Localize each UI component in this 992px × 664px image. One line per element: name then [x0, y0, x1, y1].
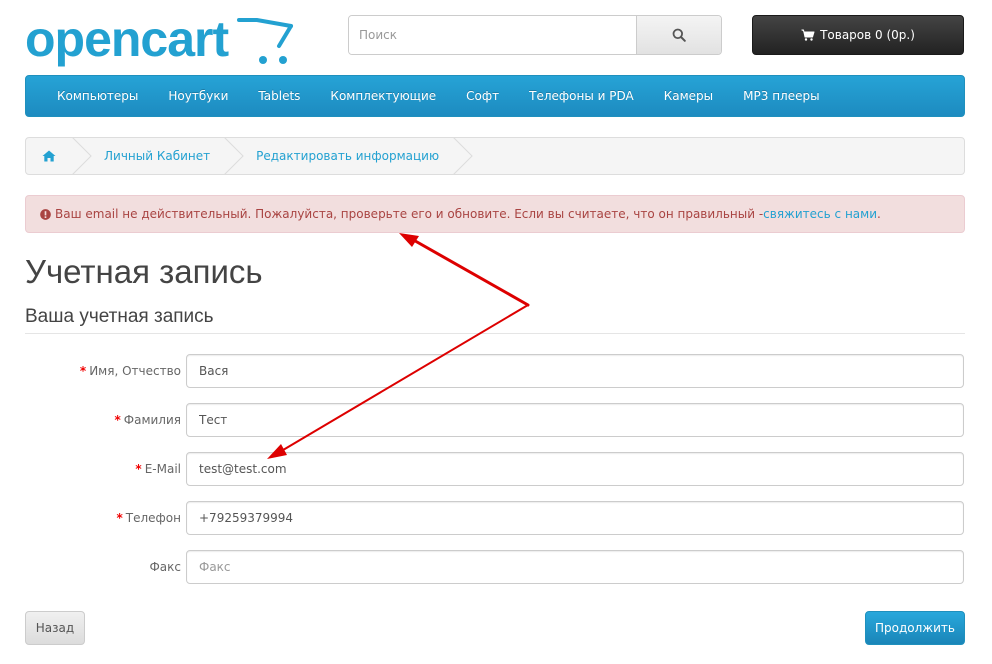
required-marker: * — [79, 364, 87, 378]
search-icon — [672, 28, 686, 42]
home-icon — [42, 150, 56, 162]
page-title: Учетная запись — [25, 253, 263, 290]
section-divider — [25, 333, 965, 334]
menu-item-laptops[interactable]: Ноутбуки — [153, 76, 243, 116]
firstname-input[interactable] — [186, 354, 964, 388]
shopping-cart-icon — [801, 29, 815, 41]
form-row-email: * E-Mail — [25, 452, 965, 486]
logo-text: opencart — [25, 11, 229, 67]
email-label: * E-Mail — [135, 462, 181, 476]
form-row-firstname: * Имя, Отчество — [25, 354, 965, 388]
breadcrumb-separator — [72, 138, 92, 174]
breadcrumb-separator — [224, 138, 244, 174]
menu-item-phones[interactable]: Телефоны и PDA — [514, 76, 649, 116]
opencart-logo[interactable]: opencart — [25, 11, 295, 69]
section-title: Ваша учетная запись — [25, 306, 214, 327]
fax-input[interactable] — [186, 550, 964, 584]
exclamation-circle-icon — [40, 208, 51, 220]
breadcrumb: Личный Кабинет Редактировать информацию — [25, 137, 965, 175]
alert-message: Ваш email не действительный. Пожалуйста,… — [55, 207, 764, 221]
search-box — [348, 15, 722, 55]
fax-label: Факс — [149, 560, 181, 574]
lastname-input[interactable] — [186, 403, 964, 437]
search-input[interactable] — [349, 16, 636, 54]
email-error-alert: Ваш email не действительный. Пожалуйста,… — [25, 195, 965, 233]
breadcrumb-home[interactable] — [26, 138, 72, 174]
menu-item-tablets[interactable]: Tablets — [243, 76, 315, 116]
annotation-arrow-to-alert — [399, 233, 530, 307]
cart-button[interactable]: Товаров 0 (0р.) — [752, 15, 964, 55]
telephone-input[interactable] — [186, 501, 964, 535]
cart-label: Товаров 0 (0р.) — [820, 28, 915, 42]
alert-suffix: . — [877, 207, 881, 221]
logo-cart-icon — [237, 18, 293, 64]
form-row-fax: Факс — [25, 550, 965, 584]
menu-item-cameras[interactable]: Камеры — [649, 76, 728, 116]
firstname-label: * Имя, Отчество — [79, 364, 181, 378]
back-button[interactable]: Назад — [25, 611, 85, 645]
breadcrumb-account[interactable]: Личный Кабинет — [92, 138, 224, 174]
form-row-telephone: * Телефон — [25, 501, 965, 535]
lastname-label: * Фамилия — [114, 413, 181, 427]
telephone-label: * Телефон — [116, 511, 182, 525]
contact-us-link[interactable]: свяжитесь с нами — [763, 207, 877, 221]
breadcrumb-separator — [453, 138, 473, 174]
menu-item-mp3[interactable]: MP3 плееры — [728, 76, 834, 116]
required-marker: * — [116, 511, 123, 525]
menu-item-software[interactable]: Софт — [451, 76, 514, 116]
breadcrumb-edit[interactable]: Редактировать информацию — [244, 138, 453, 174]
menu-item-components[interactable]: Комплектующие — [315, 76, 451, 116]
email-input[interactable] — [186, 452, 964, 486]
required-marker: * — [114, 413, 121, 427]
category-menu: Компьютеры Ноутбуки Tablets Комплектующи… — [25, 75, 965, 117]
required-marker: * — [135, 462, 142, 476]
search-button[interactable] — [636, 16, 721, 54]
continue-button[interactable]: Продолжить — [865, 611, 965, 645]
menu-item-computers[interactable]: Компьютеры — [42, 76, 153, 116]
form-row-lastname: * Фамилия — [25, 403, 965, 437]
